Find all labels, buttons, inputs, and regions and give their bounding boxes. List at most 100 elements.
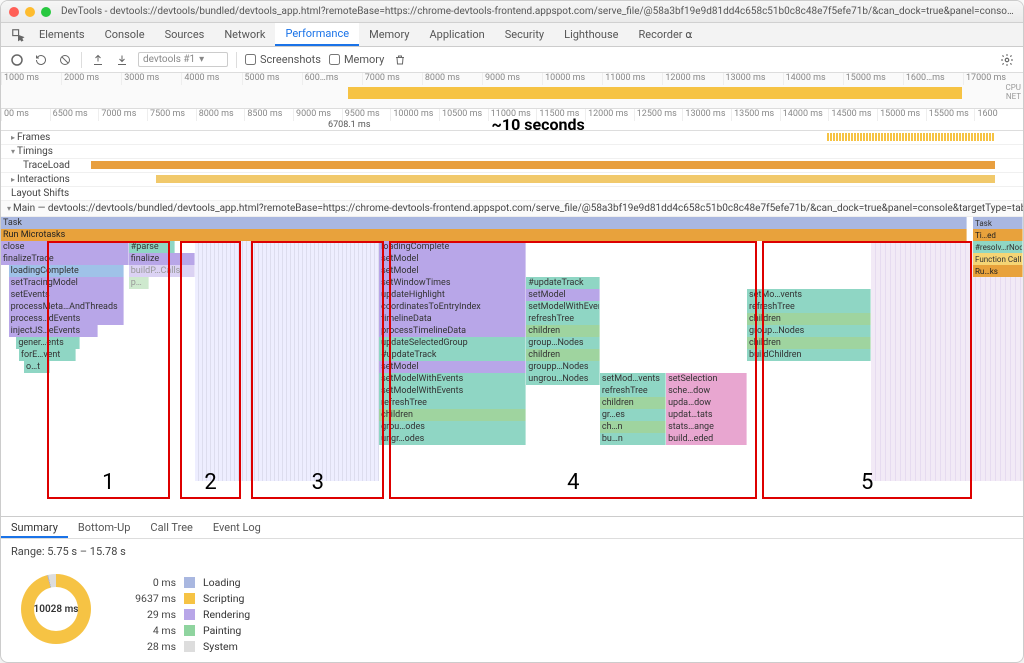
flame-frame[interactable]: ungr…odes bbox=[379, 433, 526, 445]
main-thread-header[interactable]: ▾Main — devtools://devtools/bundled/devt… bbox=[1, 201, 1023, 217]
flame-frame[interactable]: Ti…ed bbox=[973, 229, 1023, 241]
flame-frame[interactable]: #updateTrack bbox=[526, 277, 600, 289]
flame-frame[interactable]: ch…n bbox=[600, 421, 666, 433]
flame-frame[interactable]: Task bbox=[973, 217, 1023, 229]
tab-performance[interactable]: Performance bbox=[275, 23, 359, 46]
profile-selector[interactable]: devtools #1▾ bbox=[138, 52, 228, 67]
track-interactions[interactable]: ▸Interactions bbox=[1, 173, 1023, 187]
track-layoutshifts[interactable]: Layout Shifts bbox=[1, 187, 1023, 201]
flame-frame[interactable]: groupp…Nodes bbox=[526, 361, 600, 373]
tab-bottomup[interactable]: Bottom-Up bbox=[68, 517, 141, 538]
minimize-icon[interactable] bbox=[25, 7, 35, 17]
flame-frame[interactable]: refreshTree bbox=[526, 313, 600, 325]
flame-frame[interactable]: setModelWithEvents bbox=[379, 385, 526, 397]
tab-sources[interactable]: Sources bbox=[155, 23, 215, 46]
flame-frame[interactable]: setModel bbox=[526, 289, 600, 301]
flame-frame[interactable]: injectJS…eEvents bbox=[9, 325, 98, 337]
flame-frame[interactable]: process…dEvents bbox=[9, 313, 124, 325]
flame-frame[interactable]: group…Nodes bbox=[747, 325, 871, 337]
reload-icon[interactable] bbox=[33, 52, 49, 68]
flame-frame[interactable]: children bbox=[379, 409, 526, 421]
tab-elements[interactable]: Elements bbox=[29, 23, 95, 46]
maximize-icon[interactable] bbox=[41, 7, 51, 17]
flame-frame[interactable]: setModel bbox=[379, 253, 526, 265]
flame-frame[interactable]: timelineData bbox=[379, 313, 526, 325]
flame-frame[interactable]: Ru…ks bbox=[973, 265, 1023, 277]
flame-frame[interactable]: coordinatesToEntryIndex bbox=[379, 301, 526, 313]
flame-frame[interactable]: build…eded bbox=[666, 433, 747, 445]
flame-frame[interactable]: setWindowTimes bbox=[379, 277, 526, 289]
flame-region3-body[interactable] bbox=[195, 241, 379, 481]
screenshots-checkbox[interactable]: Screenshots bbox=[245, 53, 321, 66]
flame-frame[interactable]: p… bbox=[129, 277, 149, 289]
flame-frame[interactable]: ungrou…Nodes bbox=[526, 373, 600, 385]
memory-checkbox[interactable]: Memory bbox=[329, 53, 384, 66]
flame-frame[interactable]: #resolv…rNodes bbox=[973, 241, 1023, 253]
flame-frame[interactable]: children bbox=[526, 349, 600, 361]
close-icon[interactable] bbox=[9, 7, 19, 17]
flame-frame[interactable]: setModelWithEvents bbox=[526, 301, 600, 313]
overview-strip[interactable]: 1000 ms2000 ms3000 ms4000 ms5000 ms600…m… bbox=[1, 73, 1023, 109]
inspect-element-icon[interactable] bbox=[7, 23, 29, 46]
flame-frame[interactable]: buildP…Calls bbox=[129, 265, 195, 277]
flame-frame[interactable]: updateHighlight bbox=[379, 289, 526, 301]
flame-frame[interactable]: gener…ents bbox=[16, 337, 80, 349]
flame-region5-body[interactable] bbox=[871, 241, 1023, 481]
flame-frame[interactable]: refreshTree bbox=[747, 301, 871, 313]
chevron-down-icon[interactable]: ▾ bbox=[7, 204, 11, 213]
flame-frame[interactable]: setTracingModel bbox=[9, 277, 124, 289]
chevron-right-icon[interactable]: ▸ bbox=[11, 133, 15, 142]
flame-frame[interactable]: processTimelineData bbox=[379, 325, 526, 337]
flame-frame[interactable]: setModel bbox=[379, 265, 526, 277]
flame-frame[interactable]: refreshTree bbox=[600, 385, 666, 397]
download-icon[interactable] bbox=[114, 52, 130, 68]
clear-icon[interactable] bbox=[57, 52, 73, 68]
tab-security[interactable]: Security bbox=[495, 23, 554, 46]
flame-frame[interactable]: o…t bbox=[24, 361, 50, 373]
tab-recorder[interactable]: Recorder ⍺ bbox=[628, 23, 702, 46]
flame-frame[interactable]: buildChildren bbox=[747, 349, 871, 361]
flame-frame[interactable]: #parse bbox=[129, 241, 175, 253]
flame-frame[interactable]: loadingComplete bbox=[379, 241, 526, 253]
flame-frame[interactable]: close bbox=[1, 241, 129, 253]
tab-summary[interactable]: Summary bbox=[1, 517, 68, 538]
flame-frame[interactable]: gr…es bbox=[600, 409, 666, 421]
flame-frame[interactable]: #updateTrack bbox=[379, 349, 526, 361]
upload-icon[interactable] bbox=[90, 52, 106, 68]
flame-task[interactable]: Task bbox=[1, 217, 967, 229]
flame-frame[interactable]: setMod…vents bbox=[600, 373, 666, 385]
flame-frame[interactable]: children bbox=[526, 325, 600, 337]
tab-eventlog[interactable]: Event Log bbox=[203, 517, 271, 538]
flame-frame[interactable]: updat…tats bbox=[666, 409, 747, 421]
flame-frame[interactable]: children bbox=[600, 397, 666, 409]
tab-memory[interactable]: Memory bbox=[359, 23, 419, 46]
flame-frame[interactable]: setModel bbox=[379, 361, 526, 373]
flame-frame[interactable]: children bbox=[747, 313, 871, 325]
flame-microtasks[interactable]: Run Microtasks bbox=[1, 229, 967, 241]
tab-console[interactable]: Console bbox=[95, 23, 155, 46]
track-timings[interactable]: ▾Timings bbox=[1, 145, 1023, 159]
tab-network[interactable]: Network bbox=[214, 23, 275, 46]
flame-frame[interactable]: upda…dow bbox=[666, 397, 747, 409]
flame-frame[interactable]: sche…dow bbox=[666, 385, 747, 397]
tab-lighthouse[interactable]: Lighthouse bbox=[554, 23, 628, 46]
detail-ruler[interactable]: 00 ms6500 ms7000 ms7500 ms8000 ms8500 ms… bbox=[1, 109, 1023, 131]
record-icon[interactable] bbox=[9, 52, 25, 68]
tab-calltree[interactable]: Call Tree bbox=[140, 517, 202, 538]
flame-frame[interactable]: refreshTree bbox=[379, 397, 526, 409]
flame-frame[interactable]: grou…odes bbox=[379, 421, 526, 433]
track-traceload[interactable]: TraceLoad bbox=[1, 159, 1023, 173]
flame-frame[interactable]: forE…vent bbox=[19, 349, 76, 361]
flame-frame[interactable]: updateSelectedGroup bbox=[379, 337, 526, 349]
flame-chart[interactable]: Task Run Microtasks close finalizeTrace … bbox=[1, 217, 1023, 517]
flame-frame[interactable]: Function Call bbox=[973, 253, 1023, 265]
flame-frame[interactable]: setMo…vents bbox=[747, 289, 871, 301]
flame-frame[interactable]: children bbox=[747, 337, 871, 349]
flame-frame[interactable]: setSelection bbox=[666, 373, 747, 385]
flame-frame[interactable]: stats…ange bbox=[666, 421, 747, 433]
flame-frame[interactable]: finalize bbox=[129, 253, 195, 265]
gear-icon[interactable] bbox=[999, 52, 1015, 68]
flame-frame[interactable]: group…Nodes bbox=[526, 337, 600, 349]
flame-frame[interactable]: processMeta…AndThreads bbox=[9, 301, 124, 313]
chevron-down-icon[interactable]: ▾ bbox=[11, 147, 15, 156]
